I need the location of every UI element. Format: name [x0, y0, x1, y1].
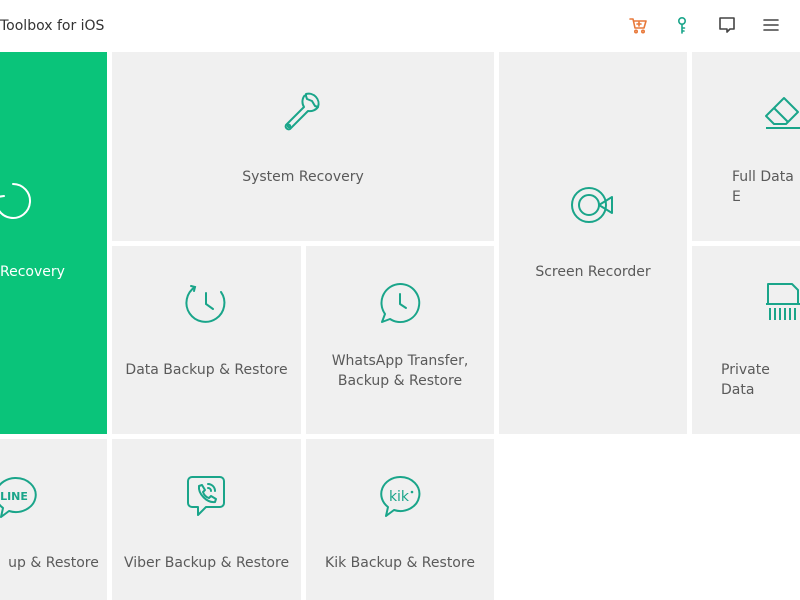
svg-text:LINE: LINE — [0, 490, 28, 503]
tile-label: WhatsApp Transfer, Backup & Restore — [331, 353, 469, 389]
tile-label: up & Restore — [8, 555, 99, 571]
tile-whatsapp[interactable]: WhatsApp Transfer, Backup & Restore — [306, 246, 494, 434]
tile-label: Data Backup & Restore — [125, 362, 288, 378]
eraser-icon — [765, 97, 800, 129]
app-title: Toolbox for iOS — [0, 18, 105, 34]
feedback-icon[interactable] — [715, 13, 739, 37]
viber-icon — [187, 476, 225, 516]
tile-label: Full Data E — [732, 169, 794, 205]
wrench-icon — [284, 92, 320, 131]
tile-label: System Recovery — [242, 169, 364, 185]
tile-data-backup[interactable]: Data Backup & Restore — [112, 246, 301, 434]
tile-label: Recovery — [0, 264, 65, 280]
cart-icon[interactable] — [626, 13, 650, 37]
tool-grid: Recovery System Recovery Screen Recorder… — [0, 52, 800, 600]
clock-icon — [185, 285, 226, 323]
svg-text:kik: kik — [389, 489, 410, 505]
tile-label: Private Data — [721, 362, 770, 398]
tile-label: Kik Backup & Restore — [325, 555, 475, 571]
menu-icon[interactable] — [759, 13, 783, 37]
key-icon[interactable] — [670, 13, 694, 37]
tile-kik-backup[interactable]: kik Kik Backup & Restore — [306, 439, 494, 600]
tile-viber-backup[interactable]: Viber Backup & Restore — [112, 439, 301, 600]
line-chat-icon: LINE — [0, 476, 37, 518]
tile-full-data-eraser[interactable]: Full Data E — [692, 52, 800, 241]
tile-label: Screen Recorder — [535, 264, 651, 280]
kik-chat-icon: kik — [380, 475, 421, 517]
tile-label: Viber Backup & Restore — [123, 555, 290, 571]
tile-screen-recorder[interactable]: Screen Recorder — [499, 52, 687, 434]
whatsapp-clock-icon — [380, 282, 421, 323]
tile-line-backup[interactable]: LINE up & Restore — [0, 439, 107, 600]
tile-data-recovery[interactable]: Recovery — [0, 52, 107, 434]
shredder-icon — [766, 283, 800, 320]
tile-system-recovery[interactable]: System Recovery — [112, 52, 494, 241]
title-bar: Toolbox for iOS — [0, 0, 800, 52]
refresh-icon — [0, 183, 32, 219]
video-camera-icon — [571, 187, 613, 223]
tile-private-data-eraser[interactable]: Private Data — [692, 246, 800, 434]
